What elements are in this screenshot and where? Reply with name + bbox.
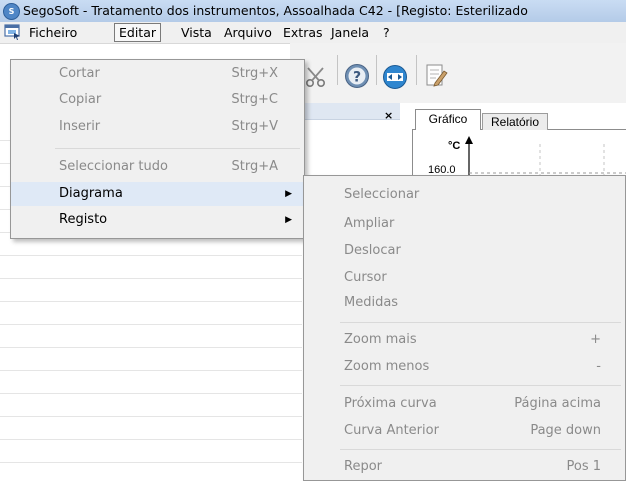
edit-menu: Cortar Strg+X Copiar Strg+C Inserir Strg… <box>10 59 305 239</box>
menu-item-label: Seleccionar <box>344 187 420 202</box>
menu-item-registo[interactable]: Registo ▶ <box>11 208 304 232</box>
menu-item-curva-anterior[interactable]: Curva Anterior Page down <box>304 419 625 443</box>
app-logo-icon[interactable]: S <box>3 3 20 20</box>
menu-item-diagrama[interactable]: Diagrama ▶ <box>11 182 304 206</box>
menu-item-shortcut: Page down <box>530 423 601 438</box>
system-menu-icon[interactable] <box>4 24 22 40</box>
menu-item-shortcut: Strg+V <box>231 119 278 134</box>
menu-separator <box>340 322 621 323</box>
chart-axis-unit: °C <box>448 140 461 152</box>
menu-separator <box>55 148 300 149</box>
menu-item-shortcut: Strg+C <box>231 92 278 107</box>
menu-item-label: Cursor <box>344 270 387 285</box>
fit-width-icon[interactable] <box>382 64 408 90</box>
menu-item-label: Registo <box>59 212 108 227</box>
svg-text:?: ? <box>353 70 361 86</box>
menu-separator <box>340 385 621 386</box>
menu-ficheiro[interactable]: Ficheiro <box>25 24 81 41</box>
menu-item-ampliar[interactable]: Ampliar <box>304 212 625 236</box>
menu-item-shortcut: Página acima <box>514 396 601 411</box>
menu-vista[interactable]: Vista <box>177 24 216 41</box>
menu-item-label: Zoom mais <box>344 332 417 347</box>
diagrama-submenu: Seleccionar Ampliar Deslocar Cursor Medi… <box>303 175 626 481</box>
menu-item-zoom-menos[interactable]: Zoom menos - <box>304 355 625 379</box>
toolbar: ? <box>290 43 626 103</box>
menu-item-label: Copiar <box>59 92 102 107</box>
window-title: SegoSoft - Tratamento dos instrumentos, … <box>23 3 528 18</box>
menu-item-label: Diagrama <box>59 186 123 201</box>
menu-separator <box>340 449 621 450</box>
close-pane-icon[interactable]: × <box>384 109 393 122</box>
menu-item-repor[interactable]: Repor Pos 1 <box>304 455 625 479</box>
menu-item-shortcut: Pos 1 <box>566 459 601 474</box>
submenu-arrow-icon: ▶ <box>285 215 292 225</box>
menu-item-seleccionar-tudo[interactable]: Seleccionar tudo Strg+A <box>11 155 304 179</box>
menu-item-label: Repor <box>344 459 382 474</box>
menu-arquivo[interactable]: Arquivo <box>220 24 276 41</box>
scissors-icon[interactable] <box>304 65 328 89</box>
tab-relatorio[interactable]: Relatório <box>482 113 548 130</box>
menu-item-label: Deslocar <box>344 243 401 258</box>
menu-item-label: Próxima curva <box>344 396 437 411</box>
menu-janela[interactable]: Janela <box>327 24 373 41</box>
menu-item-copiar[interactable]: Copiar Strg+C <box>11 88 304 112</box>
menu-item-seleccionar[interactable]: Seleccionar <box>304 183 625 207</box>
document-edit-icon[interactable] <box>424 61 448 89</box>
menu-help[interactable]: ? <box>379 24 394 41</box>
menu-item-label: Inserir <box>59 119 101 134</box>
menu-item-shortcut: + <box>590 332 601 347</box>
menu-editar[interactable]: Editar <box>114 23 162 42</box>
menu-item-label: Ampliar <box>344 216 395 231</box>
menu-item-label: Seleccionar tudo <box>59 159 168 174</box>
menu-item-label: Medidas <box>344 295 399 310</box>
menu-item-cursor[interactable]: Cursor <box>304 266 625 290</box>
help-icon[interactable]: ? <box>344 63 370 89</box>
menu-item-zoom-mais[interactable]: Zoom mais + <box>304 328 625 352</box>
menu-item-deslocar[interactable]: Deslocar <box>304 239 625 263</box>
menu-bar: Ficheiro Editar Vista Arquivo Extras Jan… <box>0 22 626 44</box>
menu-item-proxima-curva[interactable]: Próxima curva Página acima <box>304 392 625 416</box>
tab-grafico[interactable]: Gráfico <box>415 109 481 130</box>
menu-item-shortcut: Strg+A <box>231 159 278 174</box>
menu-item-label: Cortar <box>59 66 100 81</box>
menu-extras[interactable]: Extras <box>279 24 327 41</box>
submenu-arrow-icon: ▶ <box>285 189 292 199</box>
menu-item-shortcut: Strg+X <box>231 66 278 81</box>
title-bar: S SegoSoft - Tratamento dos instrumentos… <box>0 0 626 23</box>
menu-item-label: Zoom menos <box>344 359 430 374</box>
menu-item-shortcut: - <box>596 359 601 374</box>
menu-item-cortar[interactable]: Cortar Strg+X <box>11 62 304 86</box>
menu-item-inserir[interactable]: Inserir Strg+V <box>11 115 304 139</box>
menu-item-medidas[interactable]: Medidas <box>304 291 625 315</box>
menu-item-label: Curva Anterior <box>344 423 439 438</box>
